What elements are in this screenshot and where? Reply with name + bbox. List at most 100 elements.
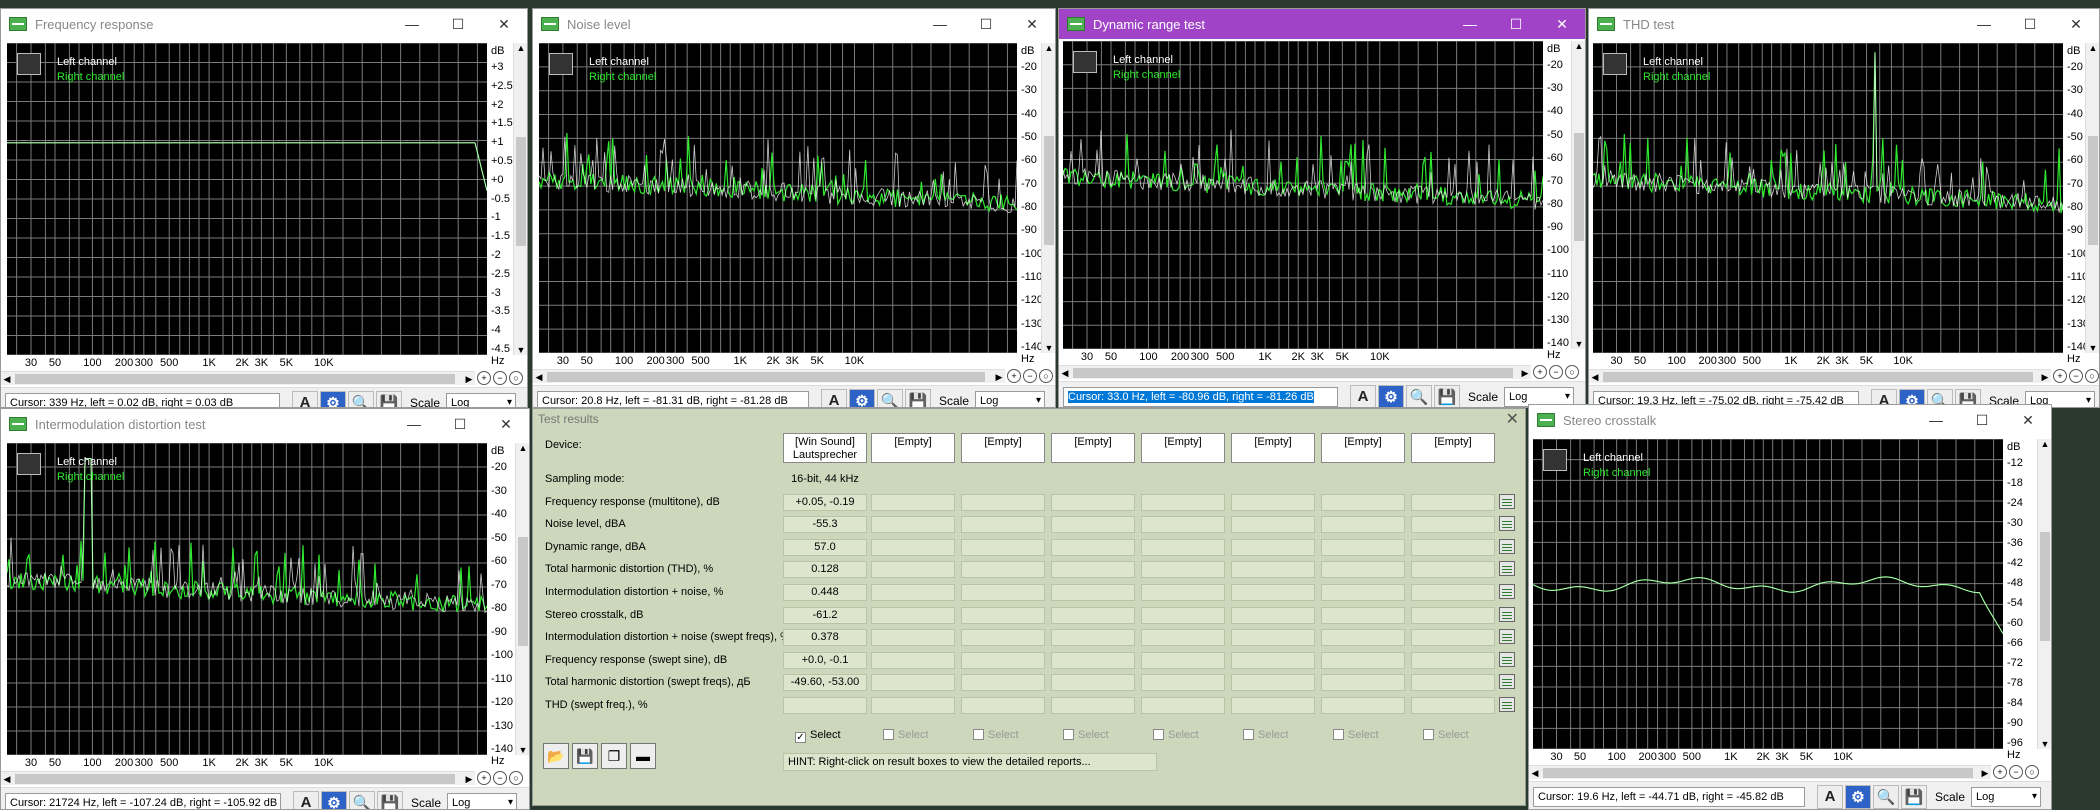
plot-area[interactable]: Left channel Right channel xyxy=(1593,43,2063,353)
settings-icon[interactable]: ⚙ xyxy=(849,388,875,407)
zoom-in-icon[interactable]: + xyxy=(1007,369,1021,383)
result-cell[interactable]: 0.128 xyxy=(783,561,867,579)
font-icon[interactable]: A xyxy=(293,790,319,809)
minimize-icon[interactable]: — xyxy=(1913,412,1959,428)
result-cell[interactable] xyxy=(961,561,1045,579)
title-bar[interactable]: Intermodulation distortion test — ☐ ✕ xyxy=(1,409,529,439)
result-cell[interactable] xyxy=(871,516,955,534)
result-cell[interactable] xyxy=(1231,697,1315,714)
select-checkbox[interactable]: Select xyxy=(1153,729,1199,741)
zoom-in-icon[interactable]: + xyxy=(1533,365,1547,379)
minus-icon[interactable]: ▬ xyxy=(630,743,656,769)
grid-toggle-icon[interactable] xyxy=(549,53,573,75)
device-column-header[interactable]: [Empty] xyxy=(1321,433,1405,463)
result-cell[interactable] xyxy=(1231,561,1315,579)
result-cell[interactable] xyxy=(1231,629,1315,647)
result-cell[interactable] xyxy=(871,538,955,556)
device-column-header[interactable]: [Empty] xyxy=(1411,433,1495,463)
result-cell[interactable] xyxy=(1141,629,1225,647)
title-bar[interactable]: Noise level — ☐ ✕ xyxy=(533,9,1055,39)
result-cell[interactable] xyxy=(1321,674,1405,692)
device-column-header[interactable]: [Empty] xyxy=(961,433,1045,463)
zoom-out-icon[interactable]: − xyxy=(2009,765,2023,779)
result-cell[interactable] xyxy=(1411,538,1495,556)
select-checkbox[interactable]: Select xyxy=(973,729,1019,741)
result-cell[interactable] xyxy=(1411,629,1495,647)
result-cell[interactable]: -55.3 xyxy=(783,516,867,534)
select-checkbox[interactable]: Select xyxy=(1243,729,1289,741)
title-bar[interactable]: Stereo crosstalk — ☐ ✕ xyxy=(1529,405,2051,435)
result-cell[interactable] xyxy=(1051,629,1135,647)
horizontal-scrollbar[interactable]: ◀ ▶ xyxy=(1529,765,1991,779)
result-cell[interactable]: 57.0 xyxy=(783,538,867,556)
result-cell[interactable] xyxy=(1411,584,1495,601)
plot-area[interactable]: Left channel Right channel xyxy=(7,443,487,755)
vertical-scrollbar[interactable]: ▲ ▼ xyxy=(1041,43,1055,353)
result-cell[interactable] xyxy=(871,697,955,714)
result-cell[interactable] xyxy=(1051,561,1135,579)
save-icon[interactable]: 💾 xyxy=(1434,384,1460,407)
settings-icon[interactable]: ⚙ xyxy=(320,390,346,407)
result-cell[interactable] xyxy=(961,697,1045,714)
result-cell[interactable] xyxy=(1321,538,1405,556)
font-icon[interactable]: A xyxy=(1817,784,1843,809)
grid-toggle-icon[interactable] xyxy=(1543,449,1567,471)
result-cell[interactable] xyxy=(1141,538,1225,556)
scale-select[interactable]: Log xyxy=(447,792,518,809)
close-icon[interactable]: ✕ xyxy=(1539,16,1585,33)
horizontal-scrollbar[interactable]: ◀ ▶ xyxy=(1,371,475,385)
result-cell[interactable] xyxy=(1231,471,1315,488)
horizontal-scrollbar[interactable]: ◀ ▶ xyxy=(533,369,1005,383)
maximize-icon[interactable]: ☐ xyxy=(1493,16,1539,33)
select-checkbox[interactable]: Select xyxy=(1063,729,1109,741)
result-cell[interactable]: 16-bit, 44 kHz xyxy=(783,471,867,488)
close-icon[interactable]: ✕ xyxy=(483,416,529,433)
result-cell[interactable] xyxy=(871,629,955,647)
result-cell[interactable] xyxy=(1051,651,1135,669)
graph-report-icon[interactable] xyxy=(1499,516,1515,532)
result-cell[interactable] xyxy=(1231,516,1315,534)
result-cell[interactable] xyxy=(1321,629,1405,647)
maximize-icon[interactable]: ☐ xyxy=(437,416,483,433)
vertical-scrollbar[interactable]: ▲ ▼ xyxy=(515,443,529,755)
result-cell[interactable] xyxy=(1321,471,1405,488)
close-icon[interactable]: ✕ xyxy=(1009,16,1055,33)
zoom-fit-icon[interactable]: ○ xyxy=(2085,369,2099,383)
device-column-header[interactable]: [Empty] xyxy=(1231,433,1315,463)
graph-report-icon[interactable] xyxy=(1499,493,1515,509)
result-cell[interactable] xyxy=(1231,674,1315,692)
graph-report-icon[interactable] xyxy=(1499,606,1515,622)
graph-report-icon[interactable] xyxy=(1499,697,1515,712)
scale-select[interactable]: Log xyxy=(1971,786,2042,807)
save-icon[interactable]: 💾 xyxy=(905,388,931,407)
vertical-scrollbar[interactable]: ▲ ▼ xyxy=(513,43,527,355)
device-column-header[interactable]: [Empty] xyxy=(1051,433,1135,463)
font-icon[interactable]: A xyxy=(1350,384,1376,407)
minimize-icon[interactable]: — xyxy=(1961,16,2007,32)
result-cell[interactable] xyxy=(1051,606,1135,624)
result-cell[interactable] xyxy=(961,538,1045,556)
result-cell[interactable] xyxy=(1141,674,1225,692)
result-cell[interactable] xyxy=(961,493,1045,511)
result-cell[interactable] xyxy=(1051,584,1135,601)
close-icon[interactable]: ✕ xyxy=(481,16,527,33)
zoom-fit-icon[interactable]: ○ xyxy=(509,371,523,385)
zoom-fit-icon[interactable]: ○ xyxy=(1039,369,1053,383)
horizontal-scrollbar[interactable]: ◀ ▶ xyxy=(1589,369,2051,383)
result-cell[interactable] xyxy=(1051,471,1135,488)
plot-area[interactable]: Left channel Right channel xyxy=(539,43,1017,353)
result-cell[interactable] xyxy=(1321,651,1405,669)
result-cell[interactable] xyxy=(1321,606,1405,624)
result-cell[interactable] xyxy=(1411,471,1495,488)
settings-icon[interactable]: ⚙ xyxy=(1845,784,1871,809)
result-cell[interactable] xyxy=(1321,493,1405,511)
result-cell[interactable]: 0.378 xyxy=(783,629,867,647)
result-cell[interactable] xyxy=(1411,606,1495,624)
maximize-icon[interactable]: ☐ xyxy=(1959,412,2005,429)
result-cell[interactable] xyxy=(1321,697,1405,714)
zoom-in-icon[interactable]: + xyxy=(477,771,491,785)
result-cell[interactable] xyxy=(871,651,955,669)
result-cell[interactable] xyxy=(1411,516,1495,534)
scale-select[interactable]: Log xyxy=(446,392,517,407)
result-cell[interactable] xyxy=(961,651,1045,669)
